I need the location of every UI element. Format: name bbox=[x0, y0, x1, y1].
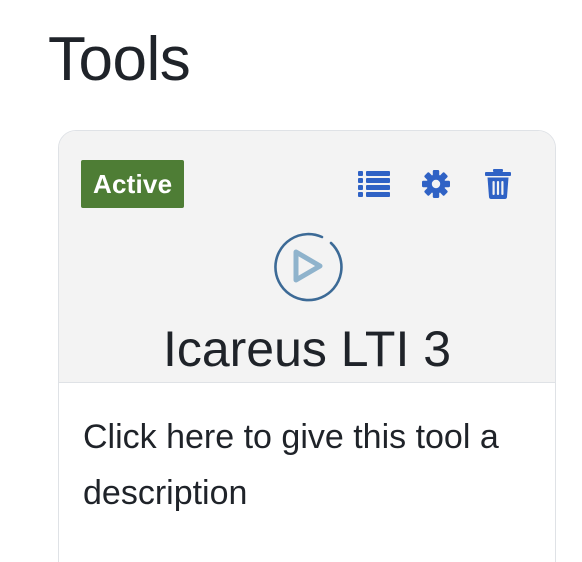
list-icon bbox=[358, 171, 390, 197]
tool-description-link[interactable]: Click here to give this tool a descripti… bbox=[83, 409, 531, 521]
status-badge: Active bbox=[81, 160, 185, 208]
trash-icon bbox=[485, 169, 511, 199]
gear-icon bbox=[422, 170, 450, 198]
tool-actions bbox=[357, 167, 515, 201]
page-title: Tools bbox=[48, 25, 191, 94]
tool-name: Icareus LTI 3 bbox=[162, 321, 452, 377]
tool-card: Active Icareus LTI 3 Click here to give … bbox=[58, 130, 556, 562]
tool-card-body: Click here to give this tool a descripti… bbox=[59, 383, 555, 521]
play-logo-icon bbox=[274, 232, 343, 302]
tool-card-header: Active Icareus LTI 3 bbox=[59, 131, 555, 383]
settings-button[interactable] bbox=[419, 167, 453, 201]
list-button[interactable] bbox=[357, 167, 391, 201]
tools-page: Tools Active Icareus LTI 3 Click here to… bbox=[0, 0, 582, 562]
delete-button[interactable] bbox=[481, 167, 515, 201]
